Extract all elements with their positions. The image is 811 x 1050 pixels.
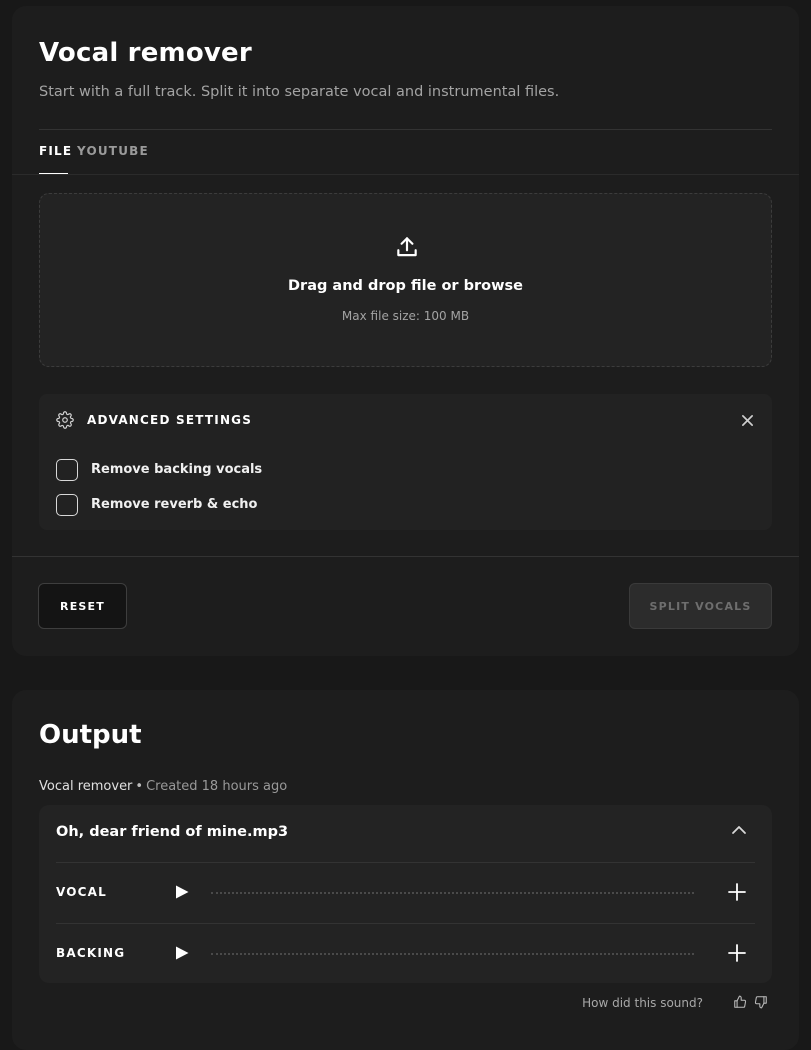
output-card: Output Vocal remover • Created 18 hours ag… <box>12 690 799 1050</box>
output-created-time: Created 18 hours ago <box>146 779 288 794</box>
output-title: Output <box>39 720 142 750</box>
output-meta: Vocal remover • Created 18 hours ago <box>39 779 287 794</box>
track-row-vocal: VOCAL <box>39 863 772 923</box>
output-source: Vocal remover <box>39 779 133 794</box>
thumb-up-icon[interactable] <box>733 995 747 1009</box>
track-label: BACKING <box>56 946 126 960</box>
thumb-down-icon[interactable] <box>754 995 768 1009</box>
max-file-size: Max file size: 100 MB <box>341 309 470 323</box>
play-icon[interactable] <box>174 884 190 900</box>
track-label: VOCAL <box>56 885 108 899</box>
close-icon[interactable] <box>741 414 754 427</box>
track-row-backing: BACKING <box>39 924 772 984</box>
play-icon[interactable] <box>174 945 190 961</box>
file-dropzone[interactable]: Drag and drop file or browse Max file si… <box>39 193 772 367</box>
split-vocals-button[interactable]: SPLIT VOCALS <box>629 583 772 629</box>
output-file-name: Oh, dear friend of mine.mp3 <box>56 824 289 840</box>
page-subtitle: Start with a full track. Split it into s… <box>39 84 560 100</box>
plus-icon[interactable] <box>728 883 746 901</box>
chevron-up-icon[interactable] <box>730 824 748 836</box>
plus-icon[interactable] <box>728 944 746 962</box>
remove-reverb-echo-checkbox[interactable] <box>56 494 78 516</box>
remove-reverb-echo-label: Remove reverb & echo <box>91 497 258 512</box>
upload-icon <box>397 237 417 257</box>
page-title: Vocal remover <box>39 38 252 68</box>
remove-backing-vocals-checkbox[interactable] <box>56 459 78 481</box>
dropzone-label: Drag and drop file or browse <box>288 278 523 294</box>
tab-file[interactable]: FILE <box>39 144 72 158</box>
waveform[interactable] <box>211 892 694 894</box>
tab-youtube[interactable]: YOUTUBE <box>77 144 149 158</box>
advanced-settings-panel: ADVANCED SETTINGS Remove backing vocals … <box>39 394 772 530</box>
reset-button[interactable]: RESET <box>38 583 127 629</box>
divider <box>39 129 772 130</box>
advanced-settings-title: ADVANCED SETTINGS <box>87 413 253 427</box>
remove-backing-vocals-label: Remove backing vocals <box>91 462 263 477</box>
separator-dot: • <box>135 779 144 794</box>
divider <box>12 556 799 557</box>
waveform[interactable] <box>211 953 694 955</box>
feedback-prompt: How did this sound? <box>582 996 703 1010</box>
output-file-panel: Oh, dear friend of mine.mp3 VOCAL BACKIN… <box>39 805 772 983</box>
tabs-divider <box>12 174 799 175</box>
vocal-remover-card: Vocal remover Start with a full track. S… <box>12 6 799 656</box>
gear-icon <box>56 411 74 429</box>
